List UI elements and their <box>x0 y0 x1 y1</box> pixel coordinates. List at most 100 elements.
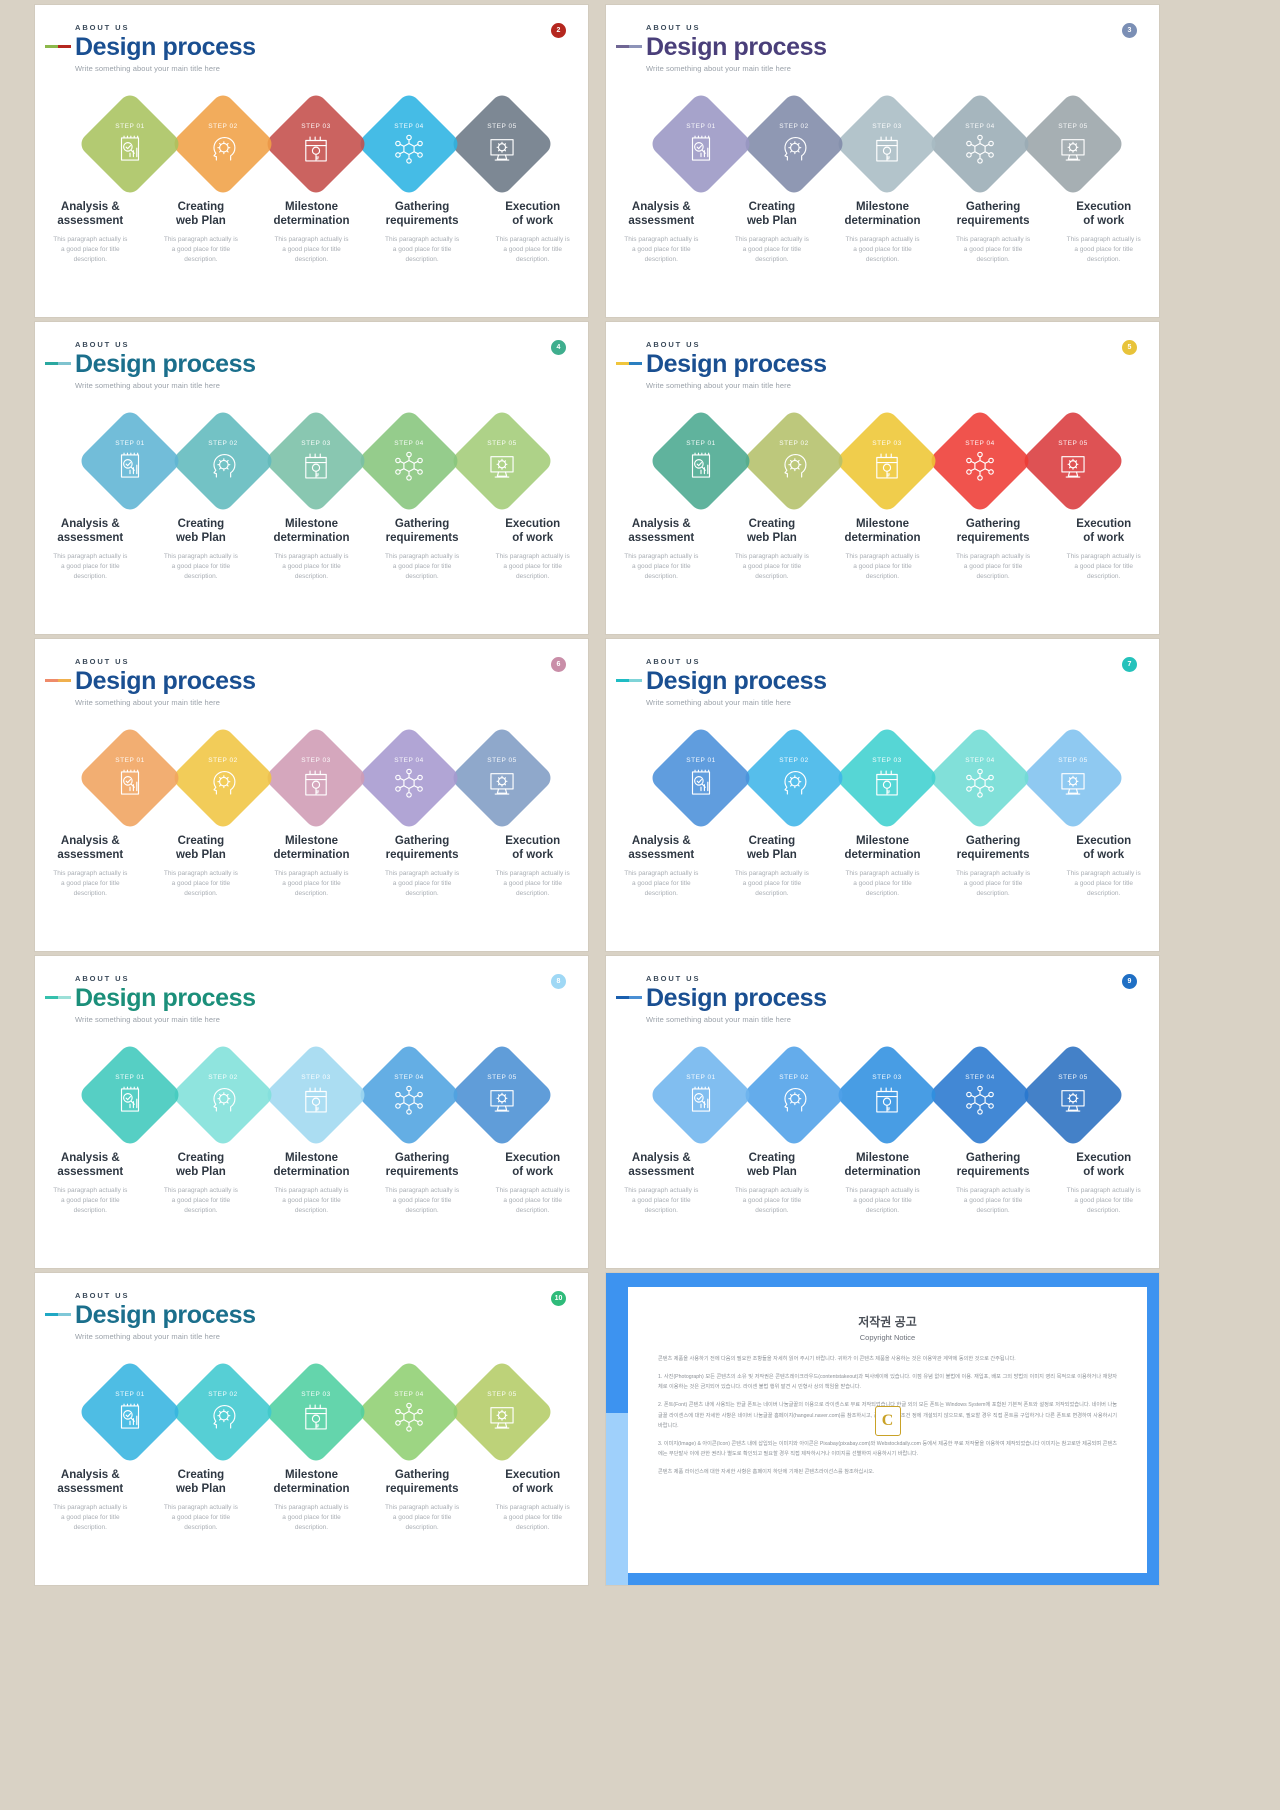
slide-number-badge[interactable]: 3 <box>1122 23 1137 38</box>
step-diamond-5[interactable]: STEP 05 <box>448 724 556 832</box>
copyright-heading-en: Copyright Notice <box>859 1333 916 1342</box>
step-caption-title-4: Gathering requirements <box>956 518 1030 544</box>
slide-number-badge[interactable]: 7 <box>1122 657 1137 672</box>
step-caption-1: Analysis & assessment This paragraph act… <box>606 518 717 582</box>
slide-4[interactable]: ABOUT US Design process Write something … <box>35 322 588 634</box>
step-caption-title-4: Gathering requirements <box>956 835 1030 861</box>
step-diamond-1[interactable]: STEP 01 <box>76 90 184 198</box>
step-diamond-1[interactable]: STEP 01 <box>647 90 755 198</box>
slide-number-badge[interactable]: 9 <box>1122 974 1137 989</box>
step-diamond-2[interactable]: STEP 02 <box>169 724 277 832</box>
step-caption-title-2: Creating web Plan <box>746 835 797 861</box>
slide-number-badge[interactable]: 5 <box>1122 340 1137 355</box>
step-diamond-2[interactable]: STEP 02 <box>740 90 848 198</box>
step-diamond-1[interactable]: STEP 01 <box>76 724 184 832</box>
copyright-notice-slide[interactable]: 저작권 공고 Copyright Notice C 콘텐츠 제품을 사용하기 전에… <box>606 1273 1159 1585</box>
step-diamond-4[interactable]: STEP 04 <box>926 1041 1034 1149</box>
step-caption-desc-4: This paragraph actually is a good place … <box>385 1187 460 1215</box>
step-diamond-2[interactable]: STEP 02 <box>169 407 277 515</box>
step-diamond-4[interactable]: STEP 04 <box>355 90 463 198</box>
step-caption-3: Milestone determination This paragraph a… <box>256 1152 367 1216</box>
step-caption-desc-3: This paragraph actually is a good place … <box>274 1187 349 1215</box>
step-caption-title-2: Creating web Plan <box>175 835 226 861</box>
step-diamond-1[interactable]: STEP 01 <box>76 1041 184 1149</box>
slide-5[interactable]: ABOUT US Design process Write something … <box>606 322 1159 634</box>
slide-9[interactable]: ABOUT US Design process Write something … <box>606 956 1159 1268</box>
step-diamond-5[interactable]: STEP 05 <box>448 1358 556 1466</box>
step-diamond-5[interactable]: STEP 05 <box>1019 1041 1127 1149</box>
step-diamond-4[interactable]: STEP 04 <box>355 1041 463 1149</box>
step-caption-title-5: Execution of work <box>1076 201 1132 227</box>
step-caption-5: Execution of work This paragraph actuall… <box>477 518 588 582</box>
step-diamond-3[interactable]: STEP 03 <box>833 724 941 832</box>
step-caption-title-1: Analysis & assessment <box>57 1469 124 1495</box>
step-caption-1: Analysis & assessment This paragraph act… <box>606 201 717 265</box>
slide-7[interactable]: ABOUT US Design process Write something … <box>606 639 1159 951</box>
step-caption-title-2: Creating web Plan <box>175 518 226 544</box>
step-diamond-3[interactable]: STEP 03 <box>833 90 941 198</box>
step-caption-4: Gathering requirements This paragraph ac… <box>938 1152 1049 1216</box>
slide-number-badge[interactable]: 10 <box>551 1291 566 1306</box>
slide-8[interactable]: ABOUT US Design process Write something … <box>35 956 588 1268</box>
step-diamond-4[interactable]: STEP 04 <box>355 407 463 515</box>
step-caption-desc-1: This paragraph actually is a good place … <box>53 870 128 898</box>
step-diamond-2[interactable]: STEP 02 <box>169 90 277 198</box>
step-caption-title-1: Analysis & assessment <box>628 518 695 544</box>
slide-3[interactable]: ABOUT US Design process Write something … <box>606 5 1159 317</box>
step-caption-title-1: Analysis & assessment <box>57 1152 124 1178</box>
step-diamond-1[interactable]: STEP 01 <box>647 407 755 515</box>
step-diamond-2[interactable]: STEP 02 <box>740 407 848 515</box>
step-diamond-3[interactable]: STEP 03 <box>262 724 370 832</box>
title-accent-dash <box>616 679 642 682</box>
slide-number-badge[interactable]: 8 <box>551 974 566 989</box>
step-caption-desc-5: This paragraph actually is a good place … <box>1066 870 1141 898</box>
step-caption-desc-2: This paragraph actually is a good place … <box>734 870 809 898</box>
title-accent-dash <box>616 362 642 365</box>
page-title: Design process <box>646 667 827 695</box>
step-diamond-5[interactable]: STEP 05 <box>448 90 556 198</box>
step-caption-desc-1: This paragraph actually is a good place … <box>53 553 128 581</box>
step-caption-1: Analysis & assessment This paragraph act… <box>35 518 146 582</box>
step-diamond-1[interactable]: STEP 01 <box>76 407 184 515</box>
slide-header: ABOUT US Design process Write something … <box>646 974 827 1024</box>
step-diamond-5[interactable]: STEP 05 <box>448 1041 556 1149</box>
step-diamond-2[interactable]: STEP 02 <box>169 1358 277 1466</box>
step-caption-title-5: Execution of work <box>505 518 561 544</box>
slide-10[interactable]: ABOUT US Design process Write something … <box>35 1273 588 1585</box>
step-diamond-3[interactable]: STEP 03 <box>833 1041 941 1149</box>
step-diamond-5[interactable]: STEP 05 <box>448 407 556 515</box>
slide-number-badge[interactable]: 4 <box>551 340 566 355</box>
step-diamond-2[interactable]: STEP 02 <box>740 724 848 832</box>
step-diamond-4[interactable]: STEP 04 <box>355 1358 463 1466</box>
slide-number-badge[interactable]: 2 <box>551 23 566 38</box>
step-diamond-4[interactable]: STEP 04 <box>926 90 1034 198</box>
step-captions: Analysis & assessment This paragraph act… <box>35 518 588 582</box>
copyright-paper: 저작권 공고 Copyright Notice C 콘텐츠 제품을 사용하기 전에… <box>628 1287 1147 1573</box>
step-caption-title-4: Gathering requirements <box>385 1469 459 1495</box>
step-diamond-5[interactable]: STEP 05 <box>1019 724 1127 832</box>
step-diamond-3[interactable]: STEP 03 <box>262 1041 370 1149</box>
eyebrow-text: ABOUT US <box>646 23 701 32</box>
step-diamond-4[interactable]: STEP 04 <box>926 724 1034 832</box>
step-diamond-1[interactable]: STEP 01 <box>76 1358 184 1466</box>
step-diamond-1[interactable]: STEP 01 <box>647 1041 755 1149</box>
step-diamond-4[interactable]: STEP 04 <box>926 407 1034 515</box>
step-caption-desc-3: This paragraph actually is a good place … <box>845 1187 920 1215</box>
step-diamond-3[interactable]: STEP 03 <box>262 90 370 198</box>
step-diamond-2[interactable]: STEP 02 <box>740 1041 848 1149</box>
step-diamond-1[interactable]: STEP 01 <box>647 724 755 832</box>
step-diamond-4[interactable]: STEP 04 <box>355 724 463 832</box>
slide-number-badge[interactable]: 6 <box>551 657 566 672</box>
copyright-paragraph-4: 3. 이미지(Image) & 아이콘(Icon) 콘텐츠 내에 삽입되는 이미… <box>658 1440 1117 1457</box>
step-diamond-2[interactable]: STEP 02 <box>169 1041 277 1149</box>
slide-2[interactable]: ABOUT US Design process Write something … <box>35 5 588 317</box>
step-caption-5: Execution of work This paragraph actuall… <box>1048 201 1159 265</box>
step-diamond-3[interactable]: STEP 03 <box>833 407 941 515</box>
step-caption-title-4: Gathering requirements <box>956 1152 1030 1178</box>
step-diamond-3[interactable]: STEP 03 <box>262 407 370 515</box>
step-diamond-5[interactable]: STEP 05 <box>1019 407 1127 515</box>
step-diamond-3[interactable]: STEP 03 <box>262 1358 370 1466</box>
step-caption-5: Execution of work This paragraph actuall… <box>477 1469 588 1533</box>
step-diamond-5[interactable]: STEP 05 <box>1019 90 1127 198</box>
slide-6[interactable]: ABOUT US Design process Write something … <box>35 639 588 951</box>
